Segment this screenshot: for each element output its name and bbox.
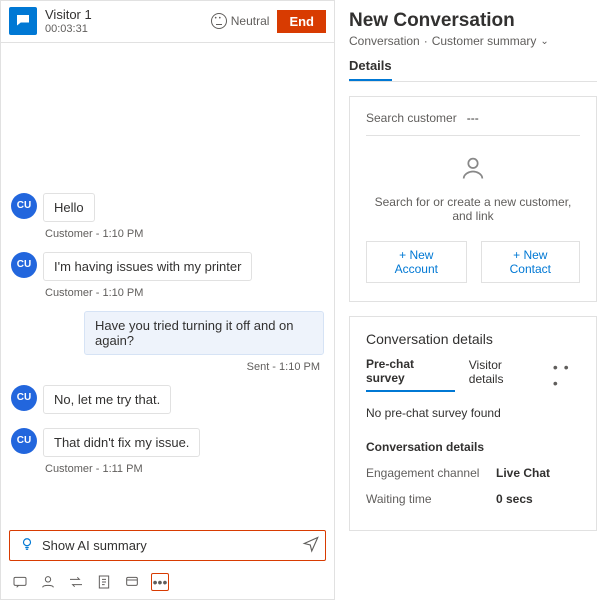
message-meta: Sent - 1:10 PM <box>11 361 320 373</box>
detail-label: Waiting time <box>366 492 496 506</box>
message-bubble: No, let me try that. <box>43 385 171 414</box>
conversation-subtabs: Pre-chat survey Visitor details • • • <box>366 357 580 392</box>
chat-header: Visitor 1 00:03:31 Neutral End <box>1 1 334 43</box>
chevron-down-icon: ⌄ <box>540 36 548 47</box>
message-bubble: That didn't fix my issue. <box>43 428 200 457</box>
avatar: CU <box>11 385 37 411</box>
lightbulb-icon <box>20 537 34 554</box>
customer-search-row[interactable]: Search customer --- <box>366 111 580 136</box>
page-title: New Conversation <box>349 10 597 32</box>
avatar: CU <box>11 428 37 454</box>
new-contact-button[interactable]: + New Contact <box>481 241 580 283</box>
more-actions-button[interactable]: ••• <box>151 573 169 591</box>
search-customer-value: --- <box>467 111 479 125</box>
notes-icon[interactable] <box>95 573 113 591</box>
detail-row: Waiting time 0 secs <box>366 486 580 512</box>
dot-separator: · <box>424 34 428 48</box>
conversation-timer: 00:03:31 <box>45 23 203 36</box>
breadcrumb-item: Conversation <box>349 34 420 48</box>
ai-summary-button[interactable]: Show AI summary <box>9 530 326 561</box>
subtab-visitor-details[interactable]: Visitor details <box>469 358 539 391</box>
conversation-details-title: Conversation details <box>366 331 580 347</box>
message-meta: Customer - 1:11 PM <box>45 463 324 475</box>
new-account-button[interactable]: + New Account <box>366 241 467 283</box>
avatar: CU <box>11 252 37 278</box>
message-meta: Customer - 1:10 PM <box>45 228 324 240</box>
quick-reply-icon[interactable] <box>11 573 29 591</box>
empty-customer-text: Search for or create a new customer, and… <box>366 195 580 223</box>
breadcrumb-item: Customer summary <box>432 34 537 48</box>
detail-row: Engagement channel Live Chat <box>366 460 580 486</box>
visitor-name: Visitor 1 <box>45 7 203 23</box>
detail-label: Engagement channel <box>366 466 496 480</box>
message-bubble: Hello <box>43 193 95 222</box>
message-row: Have you tried turning it off and on aga… <box>11 311 324 355</box>
prechat-empty-text: No pre-chat survey found <box>366 406 580 420</box>
subtab-more-button[interactable]: • • • <box>553 359 580 391</box>
side-panel: New Conversation Conversation · Customer… <box>335 0 611 600</box>
customer-card: Search customer --- Search for or create… <box>349 96 597 302</box>
form-tabs: Details <box>349 58 597 82</box>
avatar: CU <box>11 193 37 219</box>
person-icon <box>366 154 580 189</box>
detail-value: Live Chat <box>496 466 550 480</box>
message-row: CU No, let me try that. <box>11 385 324 414</box>
transfer-icon[interactable] <box>67 573 85 591</box>
subtab-prechat[interactable]: Pre-chat survey <box>366 357 455 392</box>
empty-customer-block: Search for or create a new customer, and… <box>366 136 580 227</box>
search-customer-label: Search customer <box>366 111 457 125</box>
sentiment-indicator: Neutral <box>211 13 270 29</box>
ai-summary-label: Show AI summary <box>42 538 315 553</box>
message-bubble: Have you tried turning it off and on aga… <box>84 311 324 355</box>
consult-icon[interactable] <box>39 573 57 591</box>
end-button[interactable]: End <box>277 10 326 33</box>
ellipsis-icon: ••• <box>153 574 168 590</box>
send-icon[interactable] <box>302 534 320 557</box>
message-row: CU Hello <box>11 193 324 222</box>
chat-toolbar: ••• <box>1 567 334 599</box>
message-meta: Customer - 1:10 PM <box>45 287 324 299</box>
visitor-info: Visitor 1 00:03:31 <box>45 7 203 36</box>
neutral-face-icon <box>211 13 227 29</box>
conversation-details-subheader: Conversation details <box>366 440 580 454</box>
message-list: CU Hello Customer - 1:10 PM CU I'm havin… <box>1 43 334 524</box>
conversation-details-card: Conversation details Pre-chat survey Vis… <box>349 316 597 531</box>
detail-value: 0 secs <box>496 492 533 506</box>
chat-panel: Visitor 1 00:03:31 Neutral End CU Hello … <box>0 0 335 600</box>
chat-channel-icon <box>9 7 37 35</box>
sentiment-label: Neutral <box>231 14 270 28</box>
tab-details[interactable]: Details <box>349 58 392 81</box>
message-row: CU I'm having issues with my printer <box>11 252 324 281</box>
message-row: CU That didn't fix my issue. <box>11 428 324 457</box>
breadcrumb[interactable]: Conversation · Customer summary ⌄ <box>349 34 597 48</box>
message-bubble: I'm having issues with my printer <box>43 252 252 281</box>
knowledge-icon[interactable] <box>123 573 141 591</box>
